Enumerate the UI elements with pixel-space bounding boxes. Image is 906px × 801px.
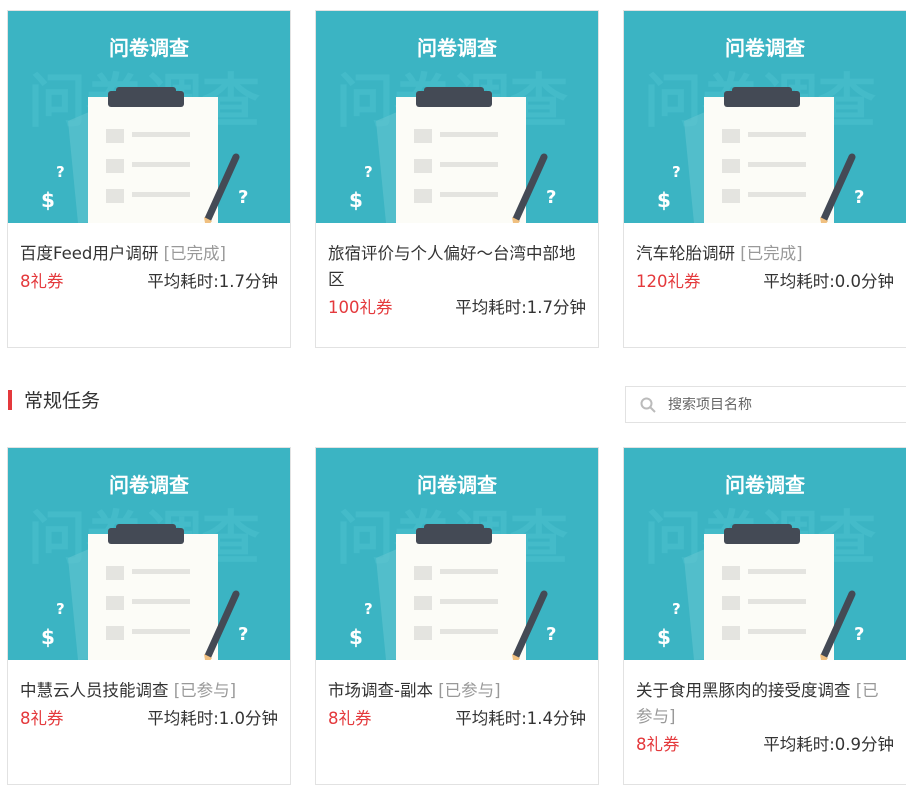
svg-text:$: $ xyxy=(657,188,671,212)
svg-text:?: ? xyxy=(238,624,248,645)
card-avg-time: 平均耗时:1.4分钟 xyxy=(455,709,586,728)
banner-title: 问卷调查 xyxy=(417,36,497,60)
svg-text:$: $ xyxy=(349,625,363,649)
svg-text:?: ? xyxy=(238,187,248,208)
svg-text:?: ? xyxy=(546,624,556,645)
card-reward: 8礼券 xyxy=(636,735,680,754)
card-banner: 问卷调查 ? $ ? 问卷调查 xyxy=(316,448,598,660)
card-reward: 8礼券 xyxy=(328,709,372,728)
svg-text:$: $ xyxy=(349,188,363,212)
card-avg-time: 平均耗时:0.9分钟 xyxy=(763,735,894,754)
card-status: [已完成] xyxy=(163,244,226,263)
card-title-text: 百度Feed用户调研 xyxy=(20,244,159,263)
card-title: 市场调查-副本 [已参与] xyxy=(328,678,586,704)
card-reward: 120礼券 xyxy=(636,272,701,291)
card-info: 百度Feed用户调研 [已完成] 8礼券 平均耗时:1.7分钟 xyxy=(8,223,290,295)
svg-text:?: ? xyxy=(672,163,681,181)
card-avg-time: 平均耗时:1.7分钟 xyxy=(147,272,278,291)
card-title: 关于食用黑豚肉的接受度调查 [已参与] xyxy=(636,678,894,730)
card-title: 百度Feed用户调研 [已完成] xyxy=(20,241,278,267)
svg-text:?: ? xyxy=(546,187,556,208)
card-meta: 120礼券 平均耗时:0.0分钟 xyxy=(636,269,894,295)
svg-text:?: ? xyxy=(56,600,65,618)
svg-text:?: ? xyxy=(56,163,65,181)
banner-title: 问卷调查 xyxy=(109,473,189,497)
card-meta: 8礼券 平均耗时:0.9分钟 xyxy=(636,732,894,758)
card-info: 市场调查-副本 [已参与] 8礼券 平均耗时:1.4分钟 xyxy=(316,660,598,732)
svg-text:?: ? xyxy=(364,163,373,181)
survey-banner-illustration: 问卷调查 ? $ ? 问卷调查 xyxy=(8,11,290,223)
card-meta: 8礼券 平均耗时:1.0分钟 xyxy=(20,706,278,732)
svg-text:?: ? xyxy=(854,624,864,645)
survey-card[interactable]: 问卷调查 ? $ ? 问卷调查 汽车轮胎调研 [已完成] 120礼券 平均耗时:… xyxy=(623,10,906,348)
svg-text:?: ? xyxy=(364,600,373,618)
card-title-text: 市场调查-副本 xyxy=(328,681,433,700)
card-reward: 8礼券 xyxy=(20,272,64,291)
svg-text:?: ? xyxy=(672,600,681,618)
card-banner: 问卷调查 ? $ ? 问卷调查 xyxy=(624,448,906,660)
banner-title: 问卷调查 xyxy=(417,473,497,497)
survey-banner-illustration: 问卷调查 ? $ ? 问卷调查 xyxy=(316,448,598,660)
svg-text:$: $ xyxy=(657,625,671,649)
card-reward: 100礼券 xyxy=(328,298,393,317)
card-banner: 问卷调查 ? $ ? 问卷调查 xyxy=(624,11,906,223)
bottom-card-grid: 问卷调查 ? $ ? 问卷调查 中慧云人员技能调查 [已参与] 8礼券 平均耗时… xyxy=(7,447,906,785)
card-banner: 问卷调查 ? $ ? 问卷调查 xyxy=(8,448,290,660)
card-info: 旅宿评价与个人偏好～台湾中部地区 100礼券 平均耗时:1.7分钟 xyxy=(316,223,598,321)
svg-text:?: ? xyxy=(854,187,864,208)
search-box[interactable] xyxy=(625,386,906,423)
card-title-text: 关于食用黑豚肉的接受度调查 xyxy=(636,681,851,700)
banner-title: 问卷调查 xyxy=(725,473,805,497)
survey-card[interactable]: 问卷调查 ? $ ? 问卷调查 中慧云人员技能调查 [已参与] 8礼券 平均耗时… xyxy=(7,447,291,785)
card-title-text: 汽车轮胎调研 xyxy=(636,244,735,263)
section-title: 常规任务 xyxy=(24,390,101,412)
card-title-text: 旅宿评价与个人偏好～台湾中部地区 xyxy=(328,244,576,289)
top-card-grid: 问卷调查 ? $ ? 问卷调查 百度Feed用户调研 [已完成] 8礼券 平均耗… xyxy=(7,10,906,348)
card-avg-time: 平均耗时:1.0分钟 xyxy=(147,709,278,728)
search-input[interactable] xyxy=(668,396,888,413)
card-meta: 100礼券 平均耗时:1.7分钟 xyxy=(328,295,586,321)
card-meta: 8礼券 平均耗时:1.4分钟 xyxy=(328,706,586,732)
survey-card[interactable]: 问卷调查 ? $ ? 问卷调查 百度Feed用户调研 [已完成] 8礼券 平均耗… xyxy=(7,10,291,348)
card-reward: 8礼券 xyxy=(20,709,64,728)
card-banner: 问卷调查 ? $ ? 问卷调查 xyxy=(316,11,598,223)
card-status: [已参与] xyxy=(438,681,501,700)
survey-banner-illustration: 问卷调查 ? $ ? 问卷调查 xyxy=(624,448,906,660)
section-accent-bar xyxy=(8,389,12,410)
survey-card[interactable]: 问卷调查 ? $ ? 问卷调查 市场调查-副本 [已参与] 8礼券 平均耗时:1… xyxy=(315,447,599,785)
card-title: 中慧云人员技能调查 [已参与] xyxy=(20,678,278,704)
card-banner: 问卷调查 ? $ ? 问卷调查 xyxy=(8,11,290,223)
card-status: [已参与] xyxy=(173,681,237,700)
card-info: 关于食用黑豚肉的接受度调查 [已参与] 8礼券 平均耗时:0.9分钟 xyxy=(624,660,906,758)
card-title: 旅宿评价与个人偏好～台湾中部地区 xyxy=(328,241,586,293)
card-info: 汽车轮胎调研 [已完成] 120礼券 平均耗时:0.0分钟 xyxy=(624,223,906,295)
banner-title: 问卷调查 xyxy=(109,36,189,60)
card-meta: 8礼券 平均耗时:1.7分钟 xyxy=(20,269,278,295)
card-title: 汽车轮胎调研 [已完成] xyxy=(636,241,894,267)
card-info: 中慧云人员技能调查 [已参与] 8礼券 平均耗时:1.0分钟 xyxy=(8,660,290,732)
card-avg-time: 平均耗时:1.7分钟 xyxy=(455,298,586,317)
survey-banner-illustration: 问卷调查 ? $ ? 问卷调查 xyxy=(624,11,906,223)
survey-card[interactable]: 问卷调查 ? $ ? 问卷调查 旅宿评价与个人偏好～台湾中部地区 100礼券 平… xyxy=(315,10,599,348)
card-avg-time: 平均耗时:0.0分钟 xyxy=(763,272,894,291)
svg-text:$: $ xyxy=(41,625,55,649)
survey-banner-illustration: 问卷调查 ? $ ? 问卷调查 xyxy=(316,11,598,223)
section-header: 常规任务 xyxy=(8,386,100,413)
survey-banner-illustration: 问卷调查 ? $ ? 问卷调查 xyxy=(8,448,290,660)
card-status: [已完成] xyxy=(740,244,803,263)
svg-text:$: $ xyxy=(41,188,55,212)
banner-title: 问卷调查 xyxy=(725,36,805,60)
search-icon xyxy=(640,397,656,413)
survey-card[interactable]: 问卷调查 ? $ ? 问卷调查 关于食用黑豚肉的接受度调查 [已参与] 8礼券 … xyxy=(623,447,906,785)
card-title-text: 中慧云人员技能调查 xyxy=(20,681,169,700)
